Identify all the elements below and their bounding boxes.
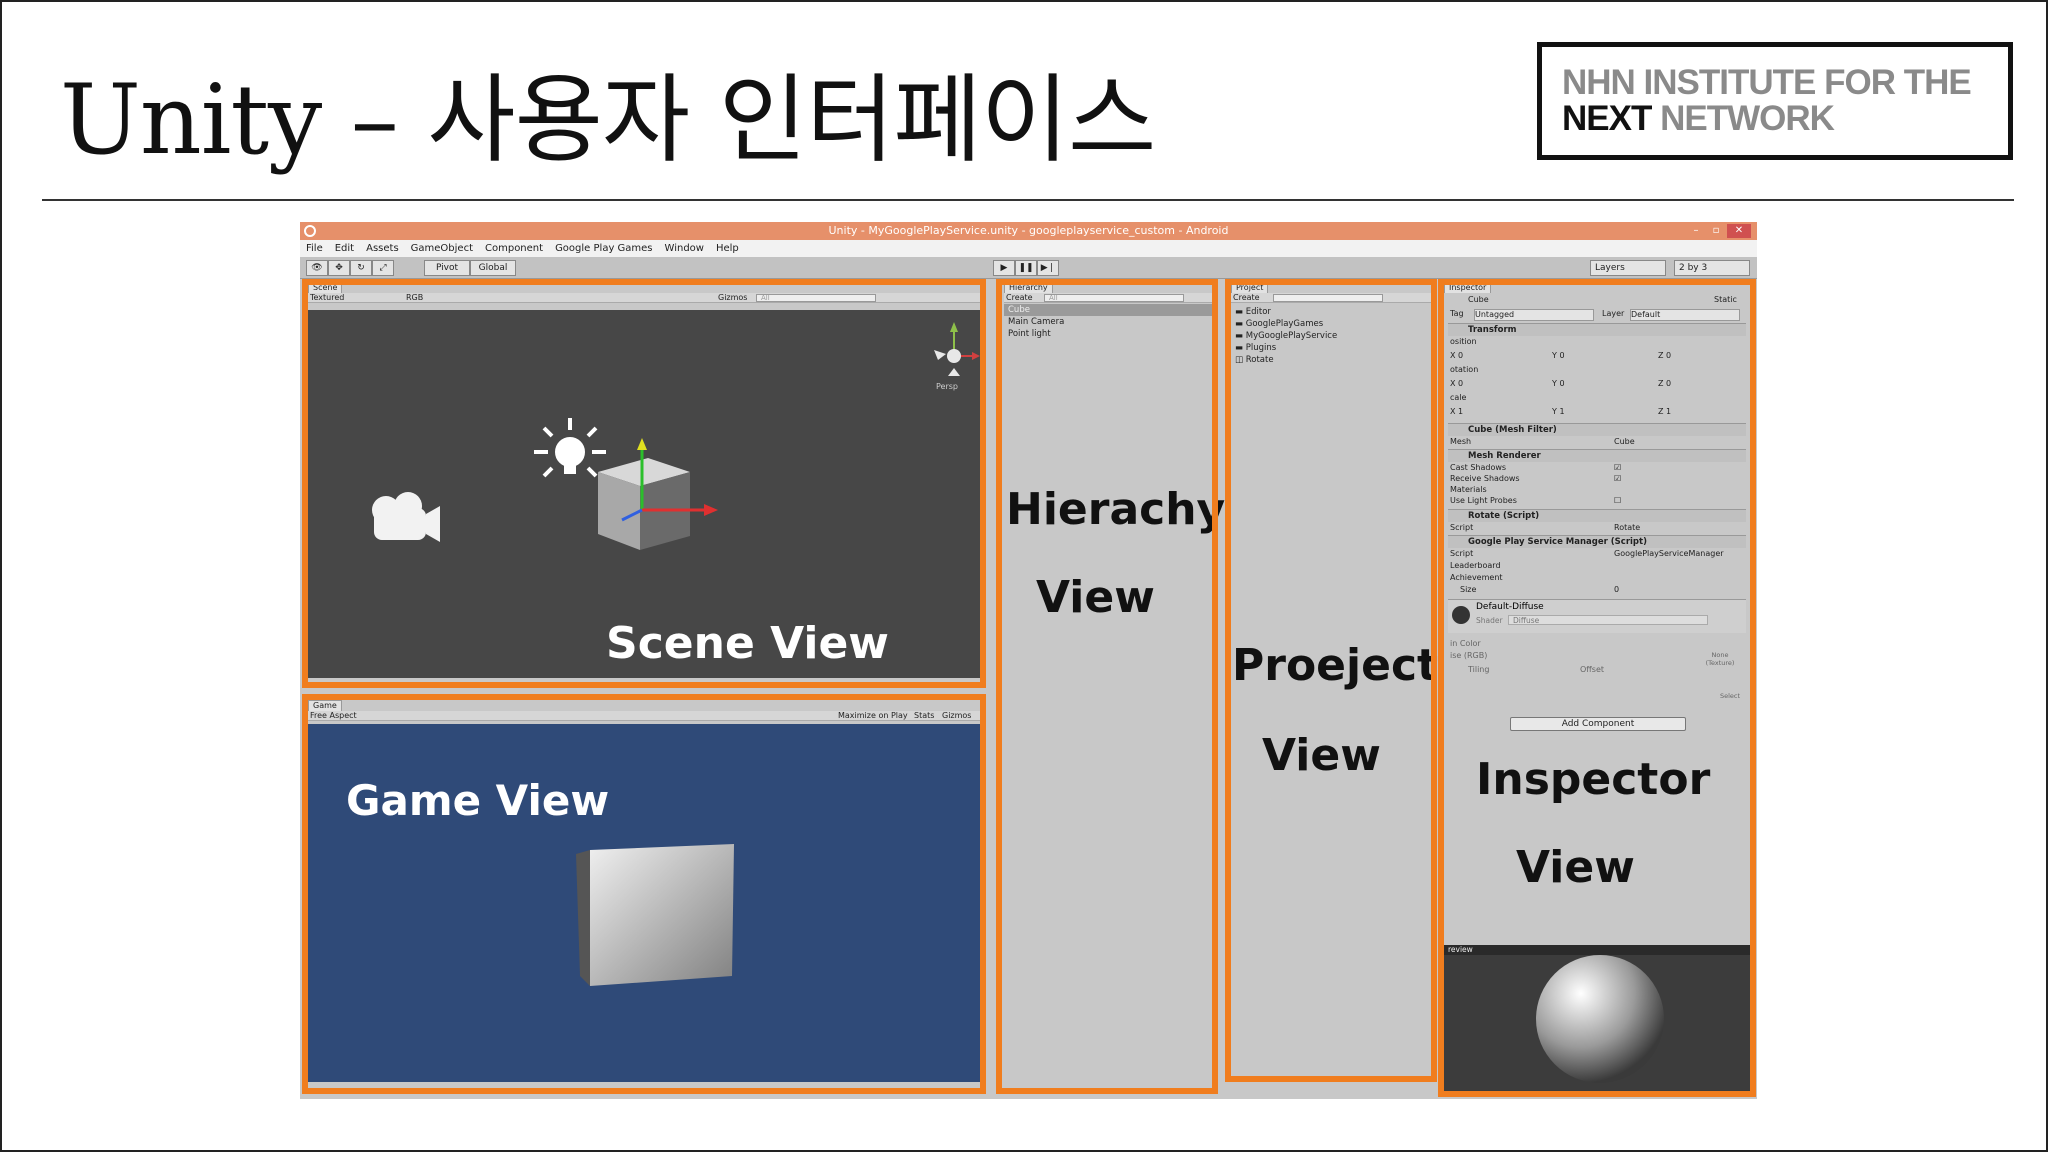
window-title: Unity - MyGooglePlayService.unity - goog…	[828, 224, 1229, 237]
slide-title: Unity – 사용자 인터페이스	[60, 64, 1156, 176]
global-toggle[interactable]: Global	[470, 260, 516, 276]
pause-button[interactable]: ❚❚	[1015, 260, 1037, 276]
move-tool-icon[interactable]: ✥	[328, 260, 350, 276]
nhn-logo: NHN INSTITUTE FOR THE NEXT NETWORK	[1537, 42, 2013, 160]
window-titlebar: Unity - MyGooglePlayService.unity - goog…	[300, 222, 1757, 240]
minimize-button[interactable]: –	[1687, 224, 1705, 238]
scale-tool-icon[interactable]: ⤢	[372, 260, 394, 276]
hand-tool-icon[interactable]: 👁	[306, 260, 328, 276]
layers-dropdown[interactable]: Layers	[1590, 260, 1666, 276]
rotate-tool-icon[interactable]: ↻	[350, 260, 372, 276]
window-controls: – ▫ ✕	[1687, 222, 1751, 240]
menu-file[interactable]: File	[306, 240, 323, 257]
maximize-button[interactable]: ▫	[1707, 224, 1725, 238]
menu-help[interactable]: Help	[716, 240, 739, 257]
logo-next: NEXT	[1562, 99, 1652, 138]
menu-gameobject[interactable]: GameObject	[411, 240, 473, 257]
toolbar: 👁 ✥ ↻ ⤢ Pivot Global ▶ ❚❚ ▶❘ Layers 2 by…	[300, 257, 1757, 279]
slide: Unity – 사용자 인터페이스 NHN INSTITUTE FOR THE …	[0, 0, 2048, 1152]
menu-assets[interactable]: Assets	[366, 240, 399, 257]
close-button[interactable]: ✕	[1727, 224, 1751, 238]
pivot-toggle[interactable]: Pivot	[424, 260, 470, 276]
inspector-view-highlight	[1438, 279, 1756, 1097]
menu-window[interactable]: Window	[665, 240, 704, 257]
menu-google-play-games[interactable]: Google Play Games	[555, 240, 652, 257]
step-button[interactable]: ▶❘	[1037, 260, 1059, 276]
layout-dropdown[interactable]: 2 by 3	[1674, 260, 1750, 276]
play-button[interactable]: ▶	[993, 260, 1015, 276]
logo-network: NETWORK	[1651, 99, 1835, 138]
hierarchy-view-highlight	[996, 279, 1218, 1094]
menu-edit[interactable]: Edit	[335, 240, 354, 257]
unity-editor-screenshot: Unity - MyGooglePlayService.unity - goog…	[300, 222, 1757, 1099]
project-view-highlight	[1225, 279, 1437, 1082]
menu-bar: File Edit Assets GameObject Component Go…	[300, 240, 1757, 257]
scene-view-highlight	[302, 279, 986, 688]
logo-line-2: NEXT NETWORK	[1562, 101, 2008, 137]
logo-line-1: NHN INSTITUTE FOR THE	[1562, 63, 1972, 102]
menu-component[interactable]: Component	[485, 240, 543, 257]
game-view-highlight	[302, 694, 986, 1094]
title-divider	[42, 199, 2014, 201]
